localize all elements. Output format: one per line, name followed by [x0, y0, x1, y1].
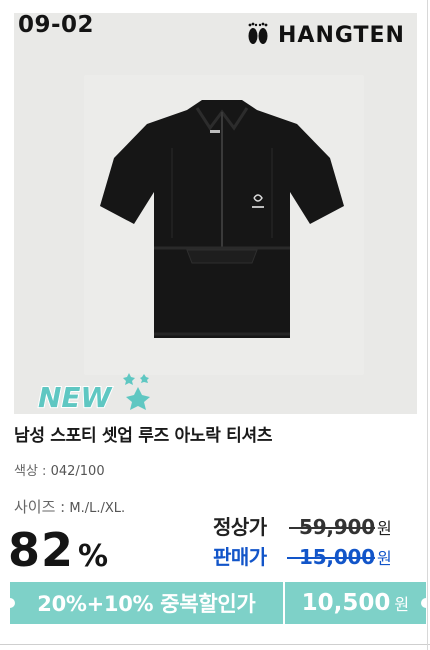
final-price-currency: 원: [394, 595, 410, 614]
coupon-text: 20%+10% 중복할인가: [37, 592, 256, 616]
size-info: 사이즈 : M./L./XL.: [14, 496, 125, 517]
color-value: 042/100: [50, 464, 105, 479]
final-price-value: 10,500: [301, 590, 391, 616]
regular-price-label: 정상가: [213, 515, 267, 539]
anorak-shirt-illustration: [100, 100, 344, 338]
regular-price-row: 정상가 59,900 원: [213, 511, 423, 540]
coupon-label-box: 20%+10% 중복할인가: [5, 582, 283, 624]
new-badge-text: NEW: [38, 381, 113, 414]
card-bottom-divider: [0, 644, 430, 645]
color-info: 색상 : 042/100: [14, 460, 105, 479]
regular-price-currency: 원: [376, 519, 392, 538]
card-right-divider: [427, 0, 428, 650]
small-star-icon: [140, 374, 149, 383]
brand-logo: HANGTEN: [246, 21, 405, 49]
coupon-price-box: 10,500 원: [284, 582, 430, 624]
discount-value: 82: [8, 523, 75, 577]
brand-name: HANGTEN: [278, 22, 405, 48]
coupon-banner[interactable]: 20%+10% 중복할인가 10,500 원: [5, 582, 430, 624]
small-star-icon: [123, 373, 135, 385]
feet-logo-icon: [248, 22, 268, 44]
product-code: 09-02: [18, 12, 95, 38]
size-value: M./L./XL.: [69, 501, 126, 516]
product-card[interactable]: NEW 09-02 HANGTEN 남성 스포티 셋업 루즈 아노락 티셔츠 색…: [0, 0, 430, 650]
discount-unit: %: [78, 539, 110, 574]
size-label: 사이즈 :: [14, 498, 66, 516]
star-icon: [126, 387, 150, 410]
color-label: 색상 :: [14, 464, 47, 479]
discount-rate: 82%: [8, 522, 109, 585]
sale-price-label: 판매가: [213, 545, 267, 569]
sale-price-value: 15,000: [287, 545, 375, 569]
sale-price-currency: 원: [376, 549, 392, 568]
regular-price-value: 59,900: [289, 515, 375, 539]
product-title[interactable]: 남성 스포티 셋업 루즈 아노락 티셔츠: [14, 421, 273, 446]
new-badge: NEW: [37, 373, 150, 414]
product-image[interactable]: NEW: [14, 13, 417, 414]
sale-price-row: 판매가 15,000 원: [213, 541, 423, 570]
